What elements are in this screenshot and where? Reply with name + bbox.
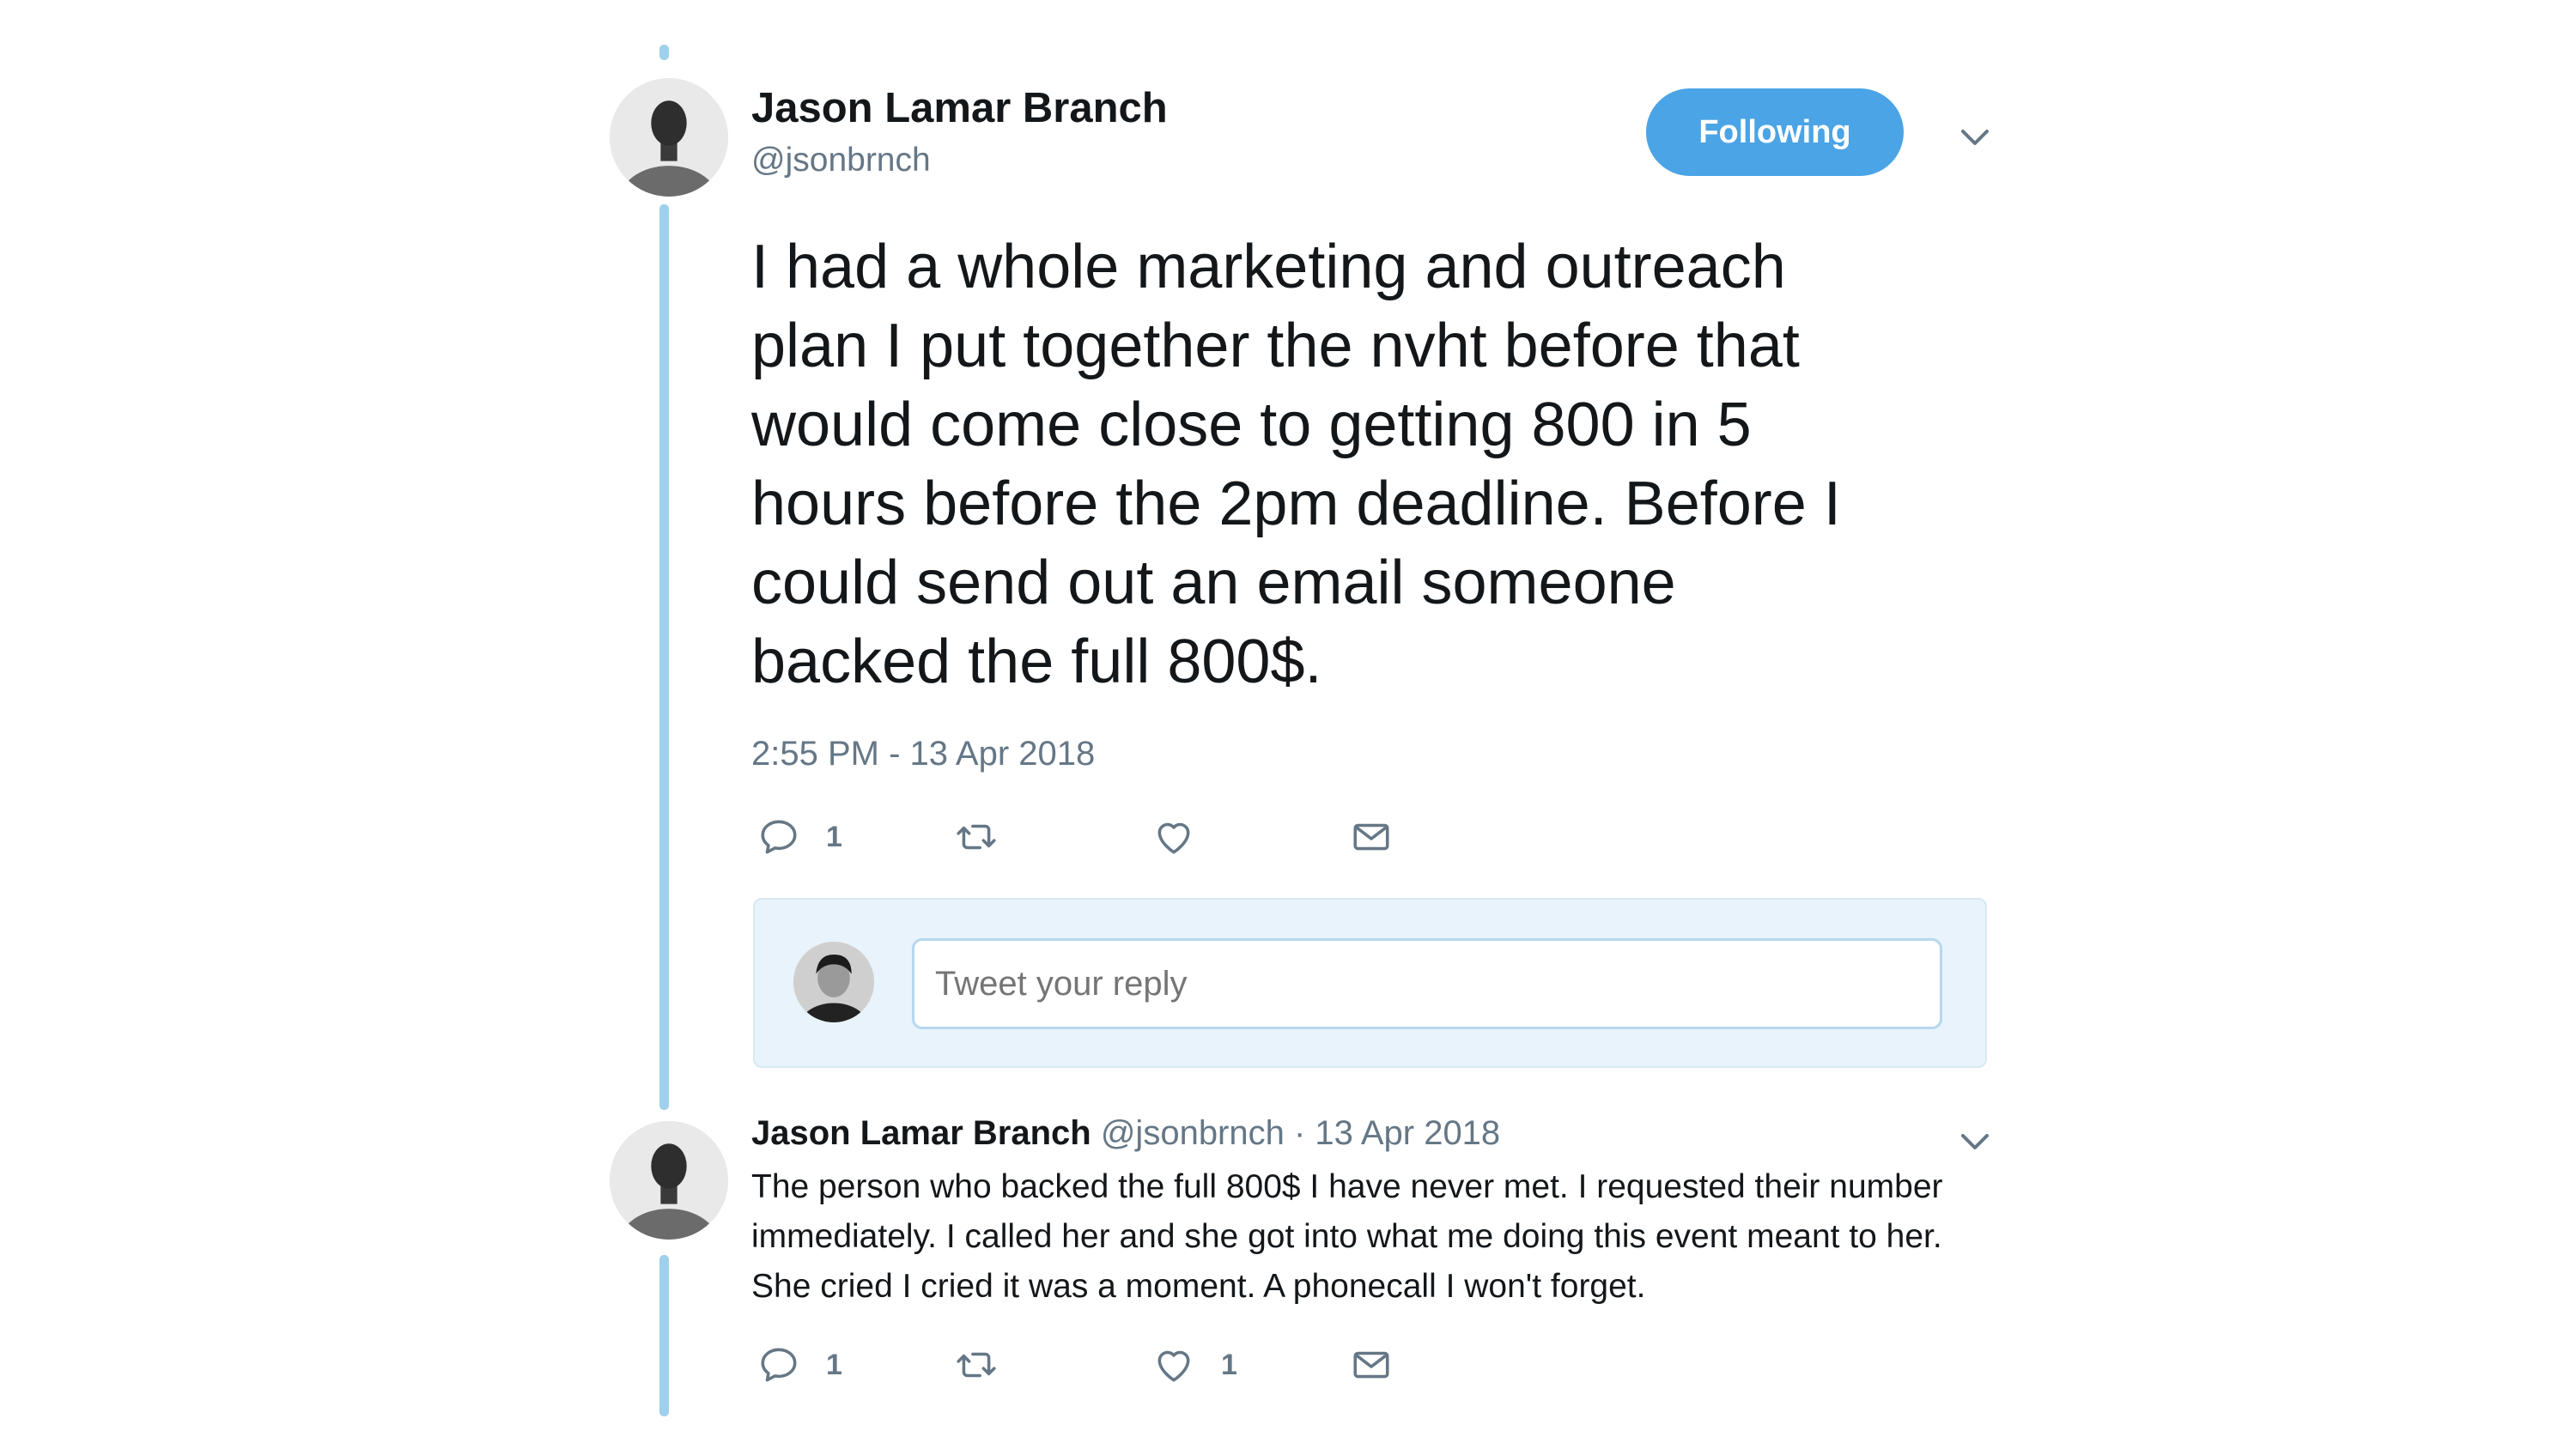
author-handle[interactable]: @jsonbrnch [751,142,931,179]
reply-reply-action[interactable]: 1 [757,1343,842,1386]
avatar-photo [610,78,728,197]
tweet-text: I had a whole marketing and outreach pla… [751,233,1841,696]
user-avatar-photo [793,942,874,1022]
envelope-icon [1353,1351,1389,1379]
reply-input[interactable] [912,938,1942,1029]
author-avatar[interactable] [610,78,728,197]
thread-line-main [659,204,669,1110]
reply-count: 1 [826,820,842,853]
envelope-icon [1353,823,1389,851]
chevron-down-icon[interactable] [1958,120,1992,155]
current-user-avatar [793,942,874,1022]
reply-header: Jason Lamar Branch @jsonbrnch · 13 Apr 2… [751,1114,1500,1153]
heart-icon [1157,1350,1190,1382]
reply-icon [761,820,797,854]
reply-author-avatar[interactable] [610,1121,728,1240]
author-name[interactable]: Jason Lamar Branch [751,84,1168,132]
thread-line-bottom [659,1255,669,1416]
retweet-action[interactable] [955,815,1024,858]
reply-action[interactable]: 1 [757,815,842,858]
reply-avatar-photo [610,1121,728,1240]
message-action[interactable] [1350,815,1393,858]
reply-text: The person who backed the full 800$ I ha… [751,1168,1943,1305]
reply-reply-count: 1 [826,1348,842,1381]
reply-message-action[interactable] [1350,1343,1393,1386]
reply-author-name[interactable]: Jason Lamar Branch [751,1114,1091,1152]
like-action[interactable] [1152,815,1221,858]
reply-icon [761,1348,797,1382]
thread-line-top [659,45,669,60]
reply-retweet-action[interactable] [955,1343,1024,1386]
tweet-timestamp[interactable]: 2:55 PM - 13 Apr 2018 [751,735,1095,773]
chevron-down-icon[interactable] [1958,1125,1992,1159]
following-button[interactable]: Following [1646,88,1904,176]
reply-like-action[interactable]: 1 [1152,1343,1237,1386]
retweet-icon [957,824,996,850]
heart-icon [1157,822,1190,854]
reply-like-count: 1 [1221,1348,1237,1381]
reply-author-handle[interactable]: @jsonbrnch [1101,1114,1285,1152]
retweet-icon [957,1352,996,1378]
reply-date[interactable]: · 13 Apr 2018 [1294,1114,1500,1152]
